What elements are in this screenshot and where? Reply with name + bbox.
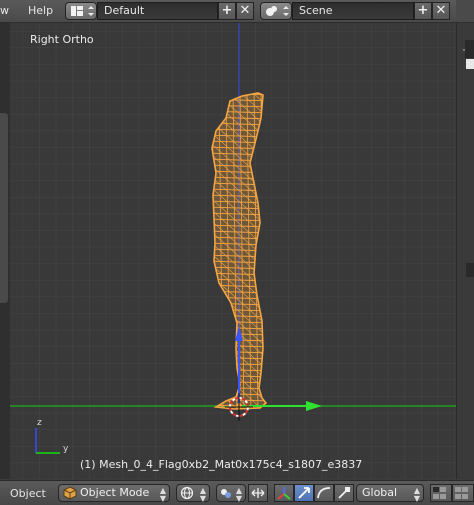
pivot-icon (221, 489, 231, 498)
snap-during-transform-button[interactable] (248, 484, 268, 502)
scene-browse-button[interactable] (260, 2, 292, 20)
region-widgets: + (462, 40, 474, 277)
mode-dropdown[interactable]: Object Mode ▲ ▼ (58, 484, 170, 503)
header-overflow (456, 0, 474, 22)
remove-scene-button[interactable]: ✕ (432, 2, 450, 20)
scene-icon (266, 6, 289, 16)
dropdown-arrows-icon: ▲ ▼ (235, 486, 242, 503)
dropdown-arrows-icon: ▲ ▼ (199, 486, 206, 503)
scale-icon (338, 487, 350, 499)
plus-icon: + (221, 3, 233, 18)
rotate-manipulator-button[interactable] (314, 484, 334, 502)
plus-icon: + (417, 3, 429, 18)
wire-sphere-icon (180, 486, 194, 500)
manipulator-toggle-button[interactable] (274, 484, 294, 502)
scale-manipulator-button[interactable] (334, 484, 354, 502)
info-header: w Help Default + ✕ Scene + ✕ (0, 0, 474, 23)
add-scene-button[interactable]: + (414, 2, 432, 20)
gizmo-z-label: z (37, 418, 42, 428)
transform-orientation-dropdown[interactable]: Global ▲ ▼ (356, 484, 424, 503)
layer-button-2[interactable] (452, 484, 474, 502)
tool-shelf-tab[interactable] (0, 113, 8, 303)
transform-arrows-icon (251, 488, 265, 498)
pivot-point-dropdown[interactable]: ▲ ▼ (216, 484, 246, 503)
scene-field[interactable]: Scene (292, 2, 414, 20)
screen-layout-field[interactable]: Default (97, 2, 218, 20)
object-cube-icon (63, 486, 77, 500)
view-name-label: Right Ortho (30, 33, 94, 46)
viewport-shading-dropdown[interactable]: ▲ ▼ (176, 484, 210, 503)
orientation-label: Global (362, 486, 398, 499)
object-menu[interactable]: Object (10, 487, 46, 500)
translate-manipulator-button[interactable] (294, 484, 314, 502)
layout-grid-icon (71, 6, 94, 16)
dropdown-arrows-icon: ▲ ▼ (159, 486, 166, 503)
rotate-arc-icon (317, 487, 331, 499)
region-tab-small[interactable] (466, 59, 474, 69)
screen-layout-browse-button[interactable] (65, 2, 97, 20)
view-menu[interactable]: w (0, 4, 9, 17)
help-menu[interactable]: Help (28, 4, 53, 17)
3d-view-header: Object Object Mode ▲ ▼ ▲ ▼ ▲ ▼ Global ▲ … (0, 480, 474, 505)
layers-grid-icon (433, 487, 446, 499)
dropdown-arrows-icon: ▲ ▼ (413, 486, 420, 503)
close-icon: ✕ (435, 3, 447, 18)
3d-viewport[interactable]: z y Right Ortho (1) Mesh_0_4_Flag0xb2_Ma… (10, 23, 456, 479)
layer-button-1[interactable] (430, 484, 452, 502)
viewport-canvas[interactable]: z y (10, 23, 456, 479)
gizmo-y-label: y (63, 444, 69, 454)
layers-grid-icon (455, 487, 468, 499)
mode-dropdown-label: Object Mode (80, 486, 150, 499)
object-info-label: (1) Mesh_0_4_Flag0xb2_Mat0x175c4_s1807_e… (80, 458, 363, 471)
close-icon: ✕ (239, 3, 251, 18)
manipulator-icon (277, 487, 291, 500)
remove-screen-button[interactable]: ✕ (236, 2, 254, 20)
region-tab-top[interactable] (465, 40, 474, 58)
add-screen-button[interactable]: + (218, 2, 236, 20)
region-divider-handle[interactable] (466, 263, 474, 277)
translate-arrow-icon (298, 487, 310, 499)
properties-region-edge[interactable]: + (456, 23, 474, 479)
